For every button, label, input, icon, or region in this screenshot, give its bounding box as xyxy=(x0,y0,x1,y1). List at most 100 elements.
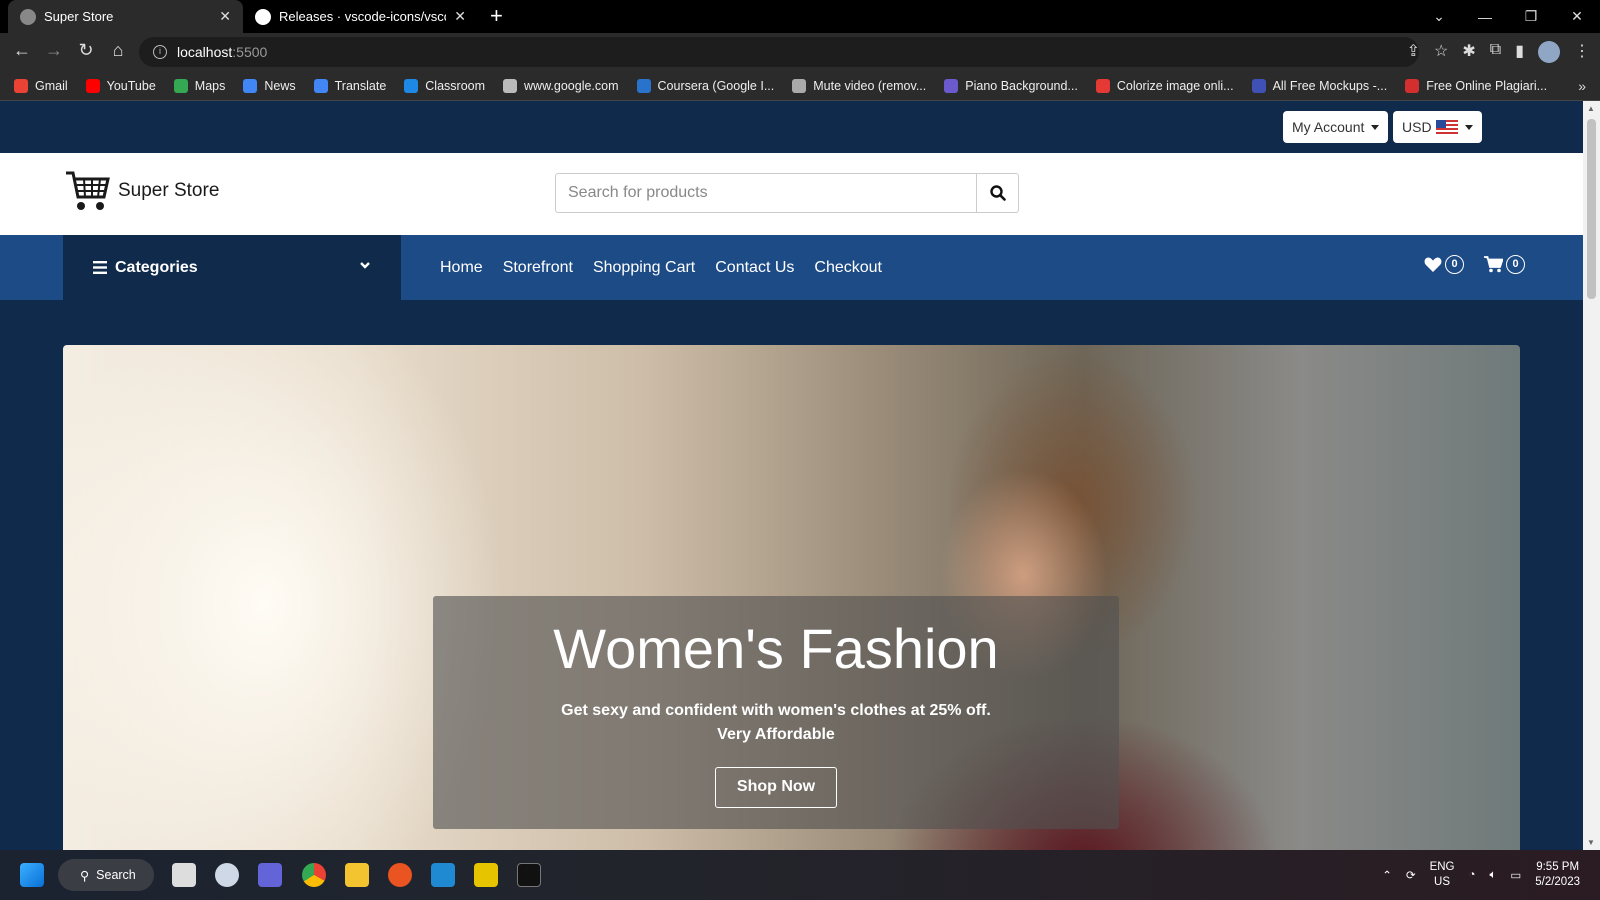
bookmark-item[interactable]: Maps xyxy=(173,78,225,93)
nav-links: Home Storefront Shopping Cart Contact Us… xyxy=(440,235,882,300)
widgets-icon[interactable] xyxy=(215,863,239,887)
sticky-player-icon[interactable] xyxy=(474,863,498,887)
categories-toggle[interactable]: Categories xyxy=(63,235,401,300)
bookmark-label: Free Online Plagiari... xyxy=(1426,78,1548,93)
bookmark-label: Colorize image onli... xyxy=(1116,78,1234,93)
globe-icon xyxy=(20,8,36,25)
nav-link-shopping-cart[interactable]: Shopping Cart xyxy=(593,259,695,277)
profile-avatar[interactable] xyxy=(1538,41,1560,63)
battery-icon[interactable]: ▭ xyxy=(1510,868,1521,882)
maximize-button[interactable]: ❐ xyxy=(1508,8,1554,25)
minimize-button[interactable]: — xyxy=(1462,9,1508,25)
bookmark-label: Coursera (Google I... xyxy=(657,78,775,93)
nav-link-storefront[interactable]: Storefront xyxy=(503,259,573,277)
puzzle-icon[interactable]: ⧉ xyxy=(1490,41,1501,63)
site-info-icon[interactable]: i xyxy=(153,45,167,59)
extension-icon[interactable]: ✱ xyxy=(1462,41,1475,63)
search-input[interactable] xyxy=(555,173,977,213)
wishlist-button[interactable]: 0 xyxy=(1424,255,1464,274)
nav-right-icons: 0 0 xyxy=(1424,255,1525,274)
star-icon[interactable]: ☆ xyxy=(1434,41,1448,63)
page-content: My Account USD Super Store Search for pr… xyxy=(0,101,1583,850)
new-tab-button[interactable]: + xyxy=(490,4,503,28)
nav-link-contact-us[interactable]: Contact Us xyxy=(715,259,794,277)
scroll-up-arrow-icon[interactable]: ▲ xyxy=(1587,104,1595,113)
vscode-icon[interactable] xyxy=(431,863,455,887)
forward-arrow-icon[interactable]: → xyxy=(42,40,66,61)
bookmark-item[interactable]: YouTube xyxy=(85,78,156,93)
brand-name: Super Store xyxy=(118,180,220,201)
reload-icon[interactable]: ↻ xyxy=(74,40,98,61)
file-explorer-icon[interactable] xyxy=(345,863,369,887)
store-logo[interactable]: Super Store xyxy=(64,169,219,213)
task-view-icon[interactable] xyxy=(172,863,196,887)
my-account-label: My Account xyxy=(1292,119,1365,135)
scrollbar-thumb[interactable] xyxy=(1587,119,1596,299)
teams-chat-icon[interactable] xyxy=(258,863,282,887)
cart-button[interactable]: 0 xyxy=(1484,255,1525,274)
tab-super-store[interactable]: Super Store ✕ xyxy=(8,0,243,33)
clock[interactable]: 9:55 PM 5/2/2023 xyxy=(1535,860,1580,890)
url-field[interactable]: i localhost :5500 xyxy=(139,37,1419,67)
shopping-cart-logo-icon xyxy=(66,171,110,210)
home-icon[interactable]: ⌂ xyxy=(106,40,130,61)
top-strip: My Account USD xyxy=(0,101,1583,153)
windows-start-icon[interactable] xyxy=(20,863,44,887)
chevron-up-icon[interactable]: ⌃ xyxy=(1382,868,1392,882)
nav-link-home[interactable]: Home xyxy=(440,259,483,277)
bookmark-item[interactable]: Mute video (remov... xyxy=(792,78,927,93)
side-panel-icon[interactable]: ▮ xyxy=(1515,41,1524,63)
close-icon[interactable]: ✕ xyxy=(454,8,466,25)
sync-icon[interactable]: ⟳ xyxy=(1406,868,1416,882)
bookmark-item[interactable]: Colorize image onli... xyxy=(1095,78,1234,93)
taskbar-search[interactable]: ⚲ Search xyxy=(58,859,154,891)
bookmarks-overflow-icon[interactable]: » xyxy=(1578,78,1586,94)
close-window-button[interactable]: ✕ xyxy=(1554,8,1600,25)
heart-icon xyxy=(1424,257,1442,272)
bookmark-label: Mute video (remov... xyxy=(813,78,927,93)
bookmark-label: News xyxy=(264,78,296,93)
shop-now-button[interactable]: Shop Now xyxy=(715,767,837,808)
bookmark-item[interactable]: Free Online Plagiari... xyxy=(1405,78,1548,93)
currency-label: USD xyxy=(1402,119,1432,135)
bookmark-item[interactable]: www.google.com xyxy=(503,78,619,93)
address-bar-row: ← → ↻ ⌂ i localhost :5500 ⇪ ☆ ✱ ⧉ ▮ ⋮ xyxy=(0,33,1600,71)
hero-subtitle: Get sexy and confident with women's clot… xyxy=(561,702,991,743)
menu-icon[interactable]: ⋮ xyxy=(1574,41,1590,63)
bookmark-item[interactable]: Coursera (Google I... xyxy=(636,78,775,93)
share-icon[interactable]: ⇪ xyxy=(1407,41,1420,63)
back-arrow-icon[interactable]: ← xyxy=(10,40,34,61)
tab-releases[interactable]: Releases · vscode-icons/vscode-i ✕ xyxy=(243,0,478,33)
clock-time: 9:55 PM xyxy=(1536,861,1580,873)
language-indicator[interactable]: ENG US xyxy=(1430,860,1455,890)
main-navbar: Categories Home Storefront Shopping Cart… xyxy=(0,235,1583,300)
nav-link-checkout[interactable]: Checkout xyxy=(814,259,882,277)
hero-banner: Women's Fashion Get sexy and confident w… xyxy=(63,345,1520,850)
wifi-icon[interactable]: ◔ xyxy=(1469,869,1476,881)
my-account-dropdown[interactable]: My Account xyxy=(1283,111,1389,143)
bookmark-favicon-icon xyxy=(1405,78,1420,93)
bookmark-item[interactable]: Classroom xyxy=(404,78,485,93)
bookmark-item[interactable]: Gmail xyxy=(14,78,68,93)
volume-icon[interactable]: 🔈︎ xyxy=(1489,869,1496,882)
tab-search-icon[interactable]: ⌄ xyxy=(1416,8,1462,25)
terminal-icon[interactable] xyxy=(517,863,541,887)
close-icon[interactable]: ✕ xyxy=(219,8,231,25)
bars-icon xyxy=(93,261,107,274)
bookmark-label: YouTube xyxy=(106,78,156,93)
currency-dropdown[interactable]: USD xyxy=(1393,111,1482,143)
page-scrollbar[interactable]: ▲ ▼ xyxy=(1583,101,1600,850)
bookmark-item[interactable]: Translate xyxy=(313,78,386,93)
brand-bar: Super Store xyxy=(0,153,1583,235)
scroll-down-arrow-icon[interactable]: ▼ xyxy=(1587,838,1595,847)
chrome-icon[interactable] xyxy=(302,863,326,887)
tab-title: Super Store xyxy=(44,9,114,24)
categories-label: Categories xyxy=(115,258,198,276)
search-button[interactable] xyxy=(977,173,1019,213)
product-search xyxy=(555,173,1019,213)
bookmark-item[interactable]: News xyxy=(243,78,296,93)
ubuntu-icon[interactable] xyxy=(388,863,412,887)
bookmark-item[interactable]: All Free Mockups -... xyxy=(1251,78,1387,93)
url-host: localhost xyxy=(177,44,233,60)
bookmark-item[interactable]: Piano Background... xyxy=(944,78,1078,93)
